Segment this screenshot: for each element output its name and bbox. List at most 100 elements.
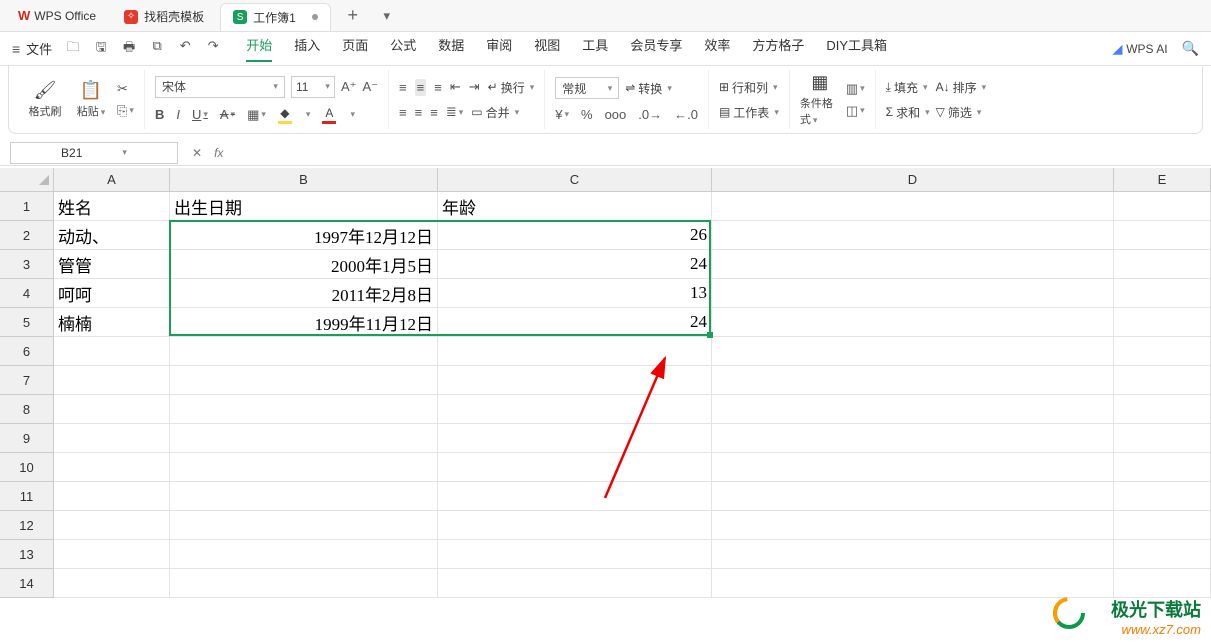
menu-tab-diy[interactable]: DIY工具箱 — [826, 35, 887, 62]
copy-icon[interactable]: ⎘▾ — [117, 103, 134, 119]
tab-workbook[interactable]: S 工作簿1 — [220, 3, 331, 31]
row-header-5[interactable]: 5 — [0, 308, 54, 337]
cell-B13[interactable] — [170, 540, 438, 569]
align-top-icon[interactable]: ≡ — [399, 80, 407, 95]
cell-A2[interactable]: 动动、 — [54, 221, 170, 250]
cell-D13[interactable] — [712, 540, 1114, 569]
cell-D8[interactable] — [712, 395, 1114, 424]
cell-A3[interactable]: 管管 — [54, 250, 170, 279]
sum-button[interactable]: Σ求和▾ — [886, 104, 930, 121]
decrease-font-icon[interactable]: A⁻ — [362, 79, 378, 95]
justify-icon[interactable]: ≣▾ — [446, 104, 463, 120]
cell-A5[interactable]: 楠楠 — [54, 308, 170, 337]
sort-button[interactable]: A↓排序▾ — [936, 79, 987, 96]
cell-D4[interactable] — [712, 279, 1114, 308]
menu-tab-start[interactable]: 开始 — [246, 35, 272, 62]
fill-color-icon[interactable]: ◆ — [278, 106, 292, 124]
cell-A6[interactable] — [54, 337, 170, 366]
cell-D5[interactable] — [712, 308, 1114, 337]
tab-add-button[interactable]: + — [339, 5, 367, 26]
number-format-select[interactable]: 常规▾ — [555, 77, 619, 99]
cell-E12[interactable] — [1114, 511, 1211, 540]
cell-E10[interactable] — [1114, 453, 1211, 482]
cell-A12[interactable] — [54, 511, 170, 540]
menu-tab-ffgz[interactable]: 方方格子 — [752, 35, 804, 62]
cell-B14[interactable] — [170, 569, 438, 598]
save-icon[interactable]: 🖫 — [92, 38, 110, 60]
cell-A8[interactable] — [54, 395, 170, 424]
align-center-icon[interactable]: ≡ — [415, 105, 423, 120]
row-header-11[interactable]: 11 — [0, 482, 54, 511]
menu-tab-review[interactable]: 审阅 — [486, 35, 512, 62]
cut-icon[interactable]: ✂ — [117, 81, 134, 97]
row-header-7[interactable]: 7 — [0, 366, 54, 395]
cell-E13[interactable] — [1114, 540, 1211, 569]
search-icon[interactable]: 🔍 — [1182, 40, 1199, 57]
cell-C5[interactable]: 24 — [438, 308, 712, 337]
cell-C4[interactable]: 13 — [438, 279, 712, 308]
cell-E5[interactable] — [1114, 308, 1211, 337]
col-header-D[interactable]: D — [712, 168, 1114, 192]
thousands-icon[interactable]: ooo — [605, 107, 627, 122]
menu-tab-member[interactable]: 会员专享 — [630, 35, 682, 62]
cell-E3[interactable] — [1114, 250, 1211, 279]
cell-A13[interactable] — [54, 540, 170, 569]
row-header-1[interactable]: 1 — [0, 192, 54, 221]
increase-indent-icon[interactable]: ⇥ — [469, 79, 480, 95]
namebox-dropdown-icon[interactable]: ▾ — [122, 147, 127, 158]
col-header-E[interactable]: E — [1114, 168, 1211, 192]
cell-C11[interactable] — [438, 482, 712, 511]
wps-ai-button[interactable]: ◢ WPS AI — [1113, 42, 1168, 56]
cell-C8[interactable] — [438, 395, 712, 424]
preview-icon[interactable]: ⧉ — [148, 38, 166, 60]
cell-B8[interactable] — [170, 395, 438, 424]
cell-C7[interactable] — [438, 366, 712, 395]
filter-button[interactable]: ▽筛选▾ — [936, 104, 987, 121]
cell-D9[interactable] — [712, 424, 1114, 453]
cell-D6[interactable] — [712, 337, 1114, 366]
cell-style-icon[interactable]: ◫▾ — [846, 103, 865, 119]
row-header-10[interactable]: 10 — [0, 453, 54, 482]
cell-E4[interactable] — [1114, 279, 1211, 308]
cell-A10[interactable] — [54, 453, 170, 482]
cell-D3[interactable] — [712, 250, 1114, 279]
convert-button[interactable]: ⇌转换▾ — [625, 80, 672, 97]
select-all-corner[interactable] — [0, 168, 54, 192]
cell-C2[interactable]: 26 — [438, 221, 712, 250]
menu-tab-page[interactable]: 页面 — [342, 35, 368, 62]
border-icon[interactable]: ▦▾ — [247, 107, 266, 123]
fill-button[interactable]: ⤓填充▾ — [886, 79, 930, 96]
cell-C14[interactable] — [438, 569, 712, 598]
menu-tab-insert[interactable]: 插入 — [294, 35, 320, 62]
dec-decimal-icon[interactable]: ←.0 — [674, 107, 698, 122]
row-header-13[interactable]: 13 — [0, 540, 54, 569]
open-icon[interactable]: 🗀 — [64, 38, 82, 60]
percent-icon[interactable]: % — [581, 107, 593, 122]
row-header-14[interactable]: 14 — [0, 569, 54, 598]
cell-B7[interactable] — [170, 366, 438, 395]
cell-C10[interactable] — [438, 453, 712, 482]
merge-button[interactable]: ▭合并▾ — [471, 104, 519, 121]
menu-file[interactable]: 文件 — [26, 39, 52, 58]
col-header-A[interactable]: A — [54, 168, 170, 192]
undo-icon[interactable]: ↶ — [176, 38, 194, 60]
menu-tab-efficiency[interactable]: 效率 — [704, 35, 730, 62]
align-bottom-icon[interactable]: ≡ — [434, 80, 442, 95]
cell-D10[interactable] — [712, 453, 1114, 482]
row-header-6[interactable]: 6 — [0, 337, 54, 366]
cell-B11[interactable] — [170, 482, 438, 511]
underline-icon[interactable]: U▾ — [192, 107, 208, 122]
cond-format-button[interactable]: ▦条件格式▾ — [800, 72, 840, 127]
hamburger-icon[interactable]: ≡ — [12, 41, 20, 57]
cell-C3[interactable]: 24 — [438, 250, 712, 279]
row-header-3[interactable]: 3 — [0, 250, 54, 279]
cell-E11[interactable] — [1114, 482, 1211, 511]
align-right-icon[interactable]: ≡ — [430, 105, 438, 120]
formula-bar[interactable] — [237, 142, 1211, 164]
italic-icon[interactable]: I — [176, 107, 180, 122]
cancel-formula-icon[interactable]: ✕ — [192, 146, 202, 160]
row-header-2[interactable]: 2 — [0, 221, 54, 250]
cell-C9[interactable] — [438, 424, 712, 453]
rows-cols-button[interactable]: ⊞行和列▾ — [719, 79, 779, 96]
font-name-select[interactable]: 宋体▾ — [155, 76, 285, 98]
